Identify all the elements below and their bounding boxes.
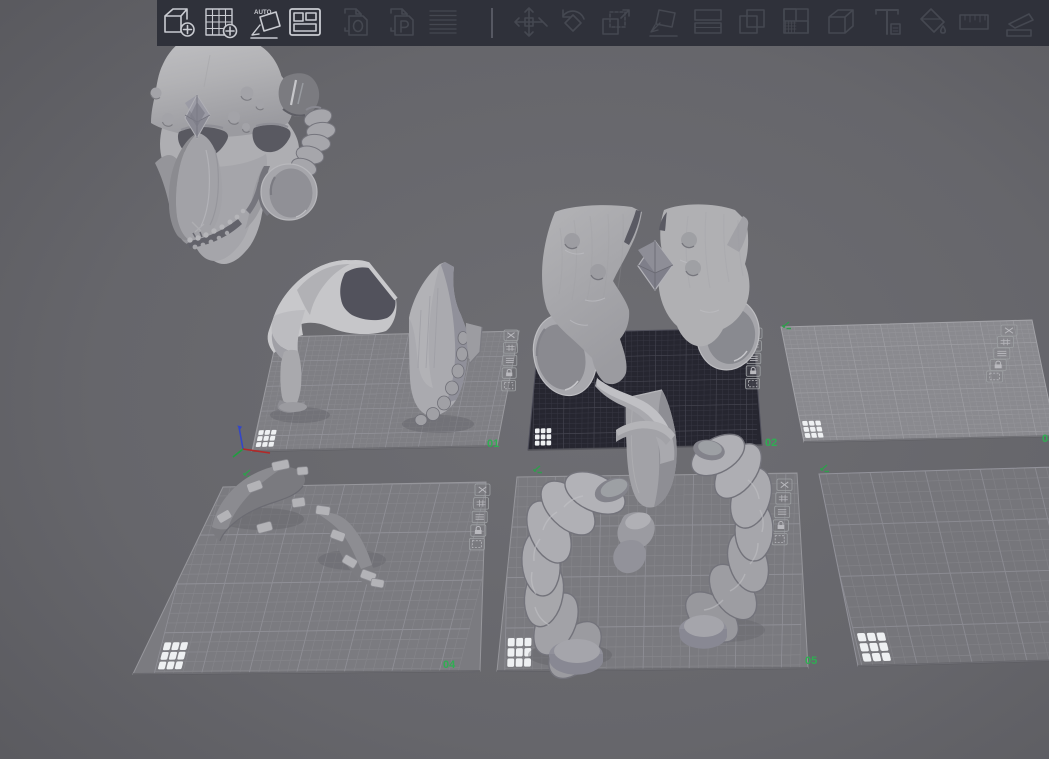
svg-text:02: 02 <box>765 437 777 449</box>
svg-text:04: 04 <box>443 659 456 671</box>
svg-text:05: 05 <box>805 655 817 667</box>
svg-text:03: 03 <box>1042 433 1049 445</box>
svg-text:01: 01 <box>487 438 499 450</box>
